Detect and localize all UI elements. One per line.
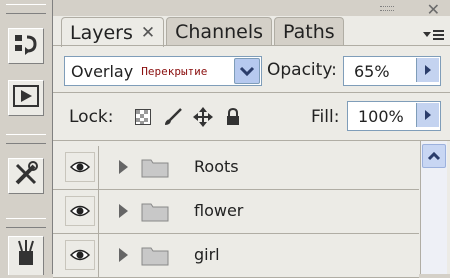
expand-triangle-icon[interactable] [117,247,129,263]
panel-tabs: Layers ✕ Channels Paths [61,17,344,47]
close-tab-icon[interactable]: ✕ [141,23,155,43]
opacity-value: 65% [354,61,390,81]
tool-dock [0,0,53,275]
tab-channels[interactable]: Channels [166,17,273,46]
history-icon [13,32,39,60]
play-icon [13,85,39,111]
tab-label: Paths [283,21,335,43]
panel-menu-button[interactable] [422,27,446,43]
lock-label: Lock: [69,107,114,127]
layer-name[interactable]: girl [194,245,220,264]
lock-row: Lock: Fill: 100% [53,93,450,141]
blend-mode-select[interactable]: Overlay Перекрытие [64,56,262,86]
tab-layers[interactable]: Layers ✕ [61,17,165,47]
tab-paths[interactable]: Paths [274,17,344,46]
tab-label: Layers [70,21,133,44]
eye-icon [70,249,90,261]
tab-divider [53,45,450,46]
eye-icon [70,205,90,217]
actions-button[interactable] [8,80,44,116]
column-divider [98,190,99,233]
panel-menu-icon [423,30,444,40]
blend-dropdown-button[interactable] [234,58,260,84]
opacity-field[interactable]: 65% [343,56,441,86]
grip-dots [380,6,394,11]
fill-slider-button[interactable] [416,103,439,127]
lock-all-button[interactable] [223,107,243,127]
opacity-label: Opacity: [267,60,337,80]
opacity-slider-button[interactable] [416,58,439,82]
dock-grip[interactable] [6,134,46,144]
lock-image-pixels-button[interactable] [163,107,183,127]
brushes-button[interactable] [8,236,44,275]
layer-row[interactable]: girl [53,234,419,278]
layers-scrollbar[interactable] [420,141,447,274]
layer-row[interactable]: Roots [53,146,419,190]
eye-icon [70,161,90,173]
layer-name[interactable]: flower [194,201,243,220]
lock-transparent-pixels-button[interactable] [133,107,153,127]
blend-mode-value: Overlay [71,61,134,81]
visibility-toggle[interactable] [65,152,95,182]
lock-icon [227,108,239,125]
tab-label: Channels [175,21,264,43]
fill-field[interactable]: 100% [347,101,441,131]
tools-icon [12,160,40,192]
chevron-up-icon [427,151,441,161]
column-divider [98,234,99,277]
column-divider [98,146,99,189]
expand-triangle-icon[interactable] [117,203,129,219]
close-panel-icon[interactable]: ✕ [427,0,440,19]
dock-grip[interactable] [6,218,46,228]
folder-icon [141,203,169,222]
history-button[interactable] [8,28,44,64]
layer-row[interactable]: flower [53,190,419,234]
fill-value: 100% [358,106,404,126]
chevron-right-icon [425,65,431,75]
fill-label: Fill: [311,107,340,127]
layers-list: Roots flower girl [53,141,450,278]
tool-presets-button[interactable] [8,158,44,194]
visibility-toggle[interactable] [65,196,95,226]
blend-row: Overlay Перекрытие Opacity: 65% [53,48,450,93]
blend-mode-localized: Перекрытие [141,64,208,78]
chevron-down-icon [239,66,255,77]
chevron-right-icon [425,110,431,120]
layer-name[interactable]: Roots [194,157,239,176]
scroll-up-button[interactable] [422,144,446,168]
folder-icon [141,247,169,266]
brushes-icon [13,239,39,273]
dock-grip[interactable] [6,4,46,14]
expand-triangle-icon[interactable] [117,159,129,175]
brush-icon [165,108,182,125]
layers-panel: ✕ Layers ✕ Channels Paths Overlay Перекр… [53,0,450,278]
panel-titlebar[interactable]: ✕ [53,0,450,19]
move-icon [193,107,213,127]
lock-position-button[interactable] [193,107,213,127]
visibility-toggle[interactable] [65,240,95,270]
folder-icon [141,159,169,178]
transparency-grid-icon [135,109,151,125]
